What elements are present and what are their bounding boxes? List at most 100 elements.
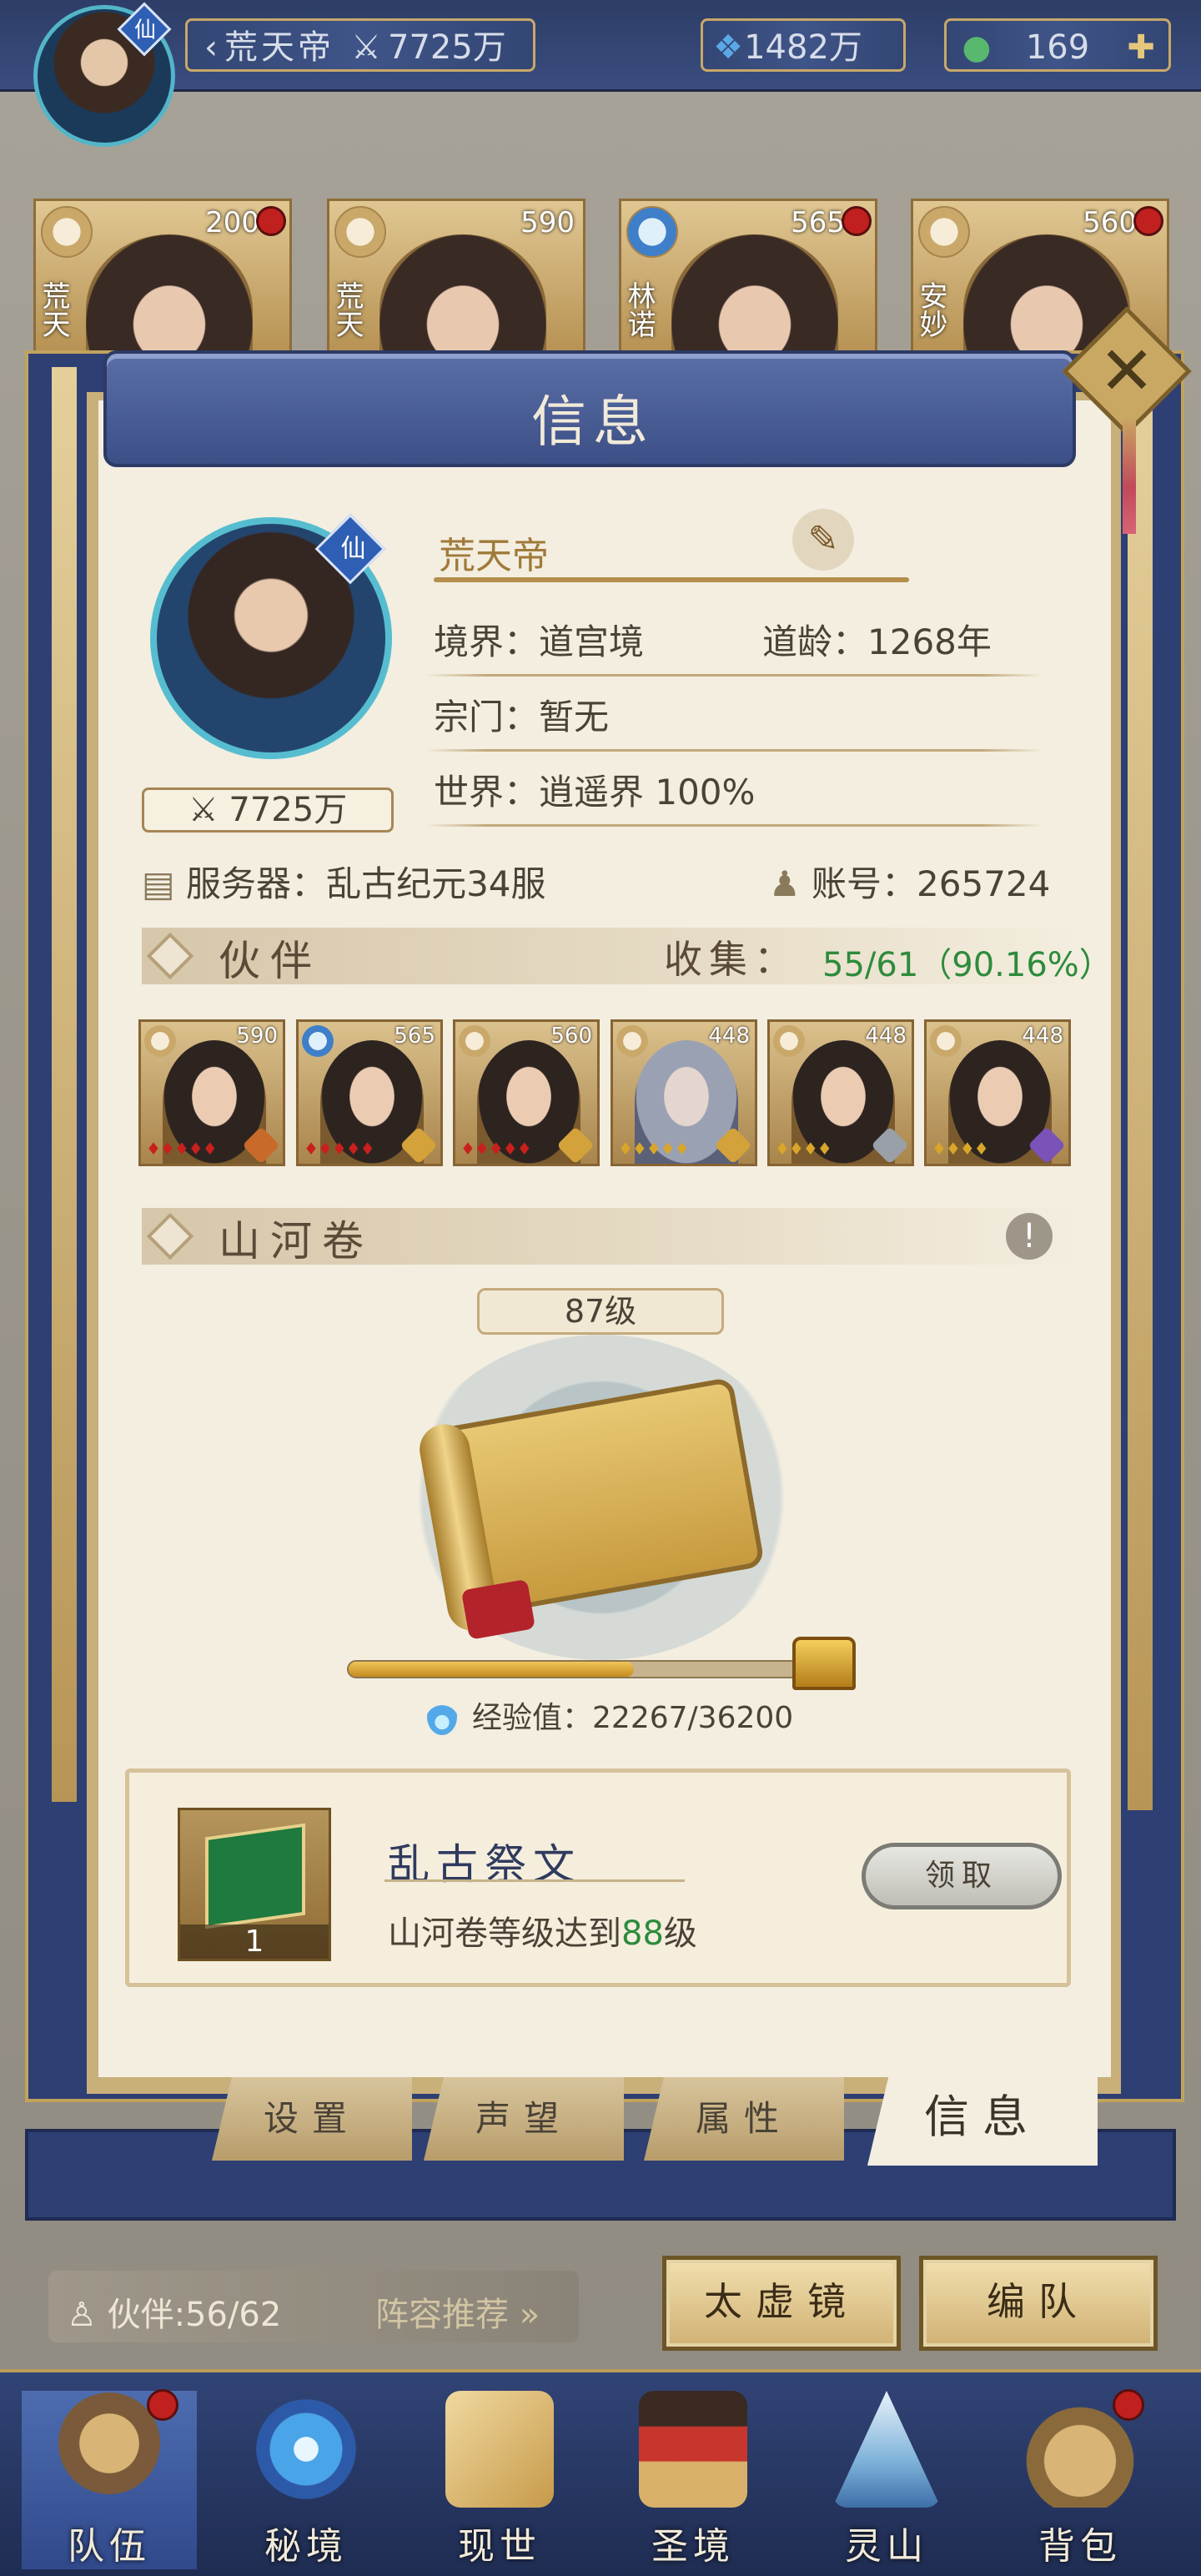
partner-card[interactable]: 448 ♦♦♦♦: [767, 1019, 914, 1166]
notification-dot: [1113, 2389, 1144, 2421]
star-gems: ♦♦♦♦♦: [460, 1139, 532, 1159]
star-gems: ♦♦♦♦♦: [146, 1139, 218, 1159]
hero-portrait: [86, 234, 253, 363]
nav-label: 秘境: [264, 2525, 348, 2568]
collect-value: 55/61（90.16%）: [822, 946, 1113, 984]
sun-emblem-icon: [930, 1025, 962, 1057]
jade-pill[interactable]: ● 169 ✚: [944, 18, 1171, 72]
spirit-stone-value: 1482万: [744, 28, 862, 67]
hero-name: 荒天: [37, 281, 70, 338]
shanhe-level: 87级: [477, 1288, 724, 1335]
star-gems: ♦♦♦♦♦: [618, 1139, 690, 1159]
exp-text: 经验值：22267/36200: [472, 1693, 793, 1737]
world-field: 世界：逍遥界 100%: [434, 764, 755, 815]
task-title: 乱古祭文: [388, 1840, 581, 1889]
hero-card[interactable]: 590 荒天: [327, 199, 585, 365]
account-value: 265724: [917, 863, 1051, 904]
exp-label: 经验值：: [472, 1701, 593, 1735]
server-value: 乱古纪元34服: [326, 863, 546, 904]
hero-power: 200: [205, 206, 259, 239]
add-icon[interactable]: ✚: [1120, 21, 1162, 74]
partner-card[interactable]: 448 ♦♦♦♦♦: [611, 1019, 757, 1166]
cloud-emblem-icon: [626, 206, 678, 258]
spirit-stone-icon: ❖: [713, 28, 743, 67]
divider: [425, 824, 1043, 827]
sun-emblem-icon: [334, 206, 386, 258]
spirit-stone-pill[interactable]: ❖ 1482万: [701, 18, 906, 72]
hero-card[interactable]: 200 荒天: [33, 199, 292, 365]
nav-present-world[interactable]: 现世: [412, 2391, 587, 2569]
nav-spirit-mountain[interactable]: 灵山: [799, 2391, 974, 2569]
notification-dot: [256, 206, 286, 236]
vortex-icon: [252, 2391, 360, 2508]
nav-holy-realm[interactable]: 圣境: [606, 2391, 781, 2569]
close-icon: ✕: [1098, 332, 1155, 410]
power-strip: ⚔ 7725万: [142, 787, 394, 833]
book-icon: [205, 1823, 305, 1929]
divider: [434, 577, 909, 582]
partners-title: 伙伴: [219, 937, 322, 985]
sect-field: 宗门：暂无: [434, 689, 609, 740]
hero-power: 560: [1083, 206, 1137, 239]
task-description: 山河卷等级达到88级: [388, 1906, 697, 1955]
treasure-chest-icon[interactable]: [792, 1637, 856, 1690]
account-icon: ♟: [769, 863, 812, 904]
tab-settings[interactable]: 设置: [212, 2077, 412, 2161]
divider: [384, 1879, 685, 1882]
exp-flame-icon: [427, 1698, 457, 1735]
claim-button[interactable]: 领取: [862, 1843, 1062, 1909]
exp-progress-bar: [347, 1660, 814, 1678]
hero-card[interactable]: 565 林诺: [619, 199, 877, 365]
nav-backpack[interactable]: 背包: [992, 2391, 1168, 2569]
hero-name: 荒天: [330, 281, 364, 338]
sect-value: 暂无: [539, 697, 610, 737]
sun-emblem-icon: [773, 1025, 805, 1057]
temple-icon: [639, 2391, 747, 2508]
partner-card[interactable]: 560 ♦♦♦♦♦: [453, 1019, 600, 1166]
partner-card[interactable]: 565 ♦♦♦♦♦: [296, 1019, 443, 1166]
power-value-top: 7725万: [388, 28, 506, 67]
player-name: 荒天帝: [439, 535, 549, 577]
age-value: 1268年: [867, 621, 992, 662]
partners-count: ♙ 伙伴:56/62: [67, 2287, 281, 2336]
panel-title: 信息: [531, 390, 655, 454]
notification-dot: [842, 206, 872, 236]
chevron-right-icon: »: [509, 2296, 540, 2334]
nav-label: 队伍: [68, 2525, 151, 2568]
partner-card[interactable]: 590 ♦♦♦♦♦: [138, 1019, 285, 1166]
name-power-pill: ‹ 荒天帝 ⚔ 7725万: [185, 18, 535, 72]
age-label: 道龄：: [762, 621, 868, 662]
left-pillar: [52, 367, 77, 1802]
nav-label: 现世: [458, 2525, 541, 2568]
taixu-mirror-button[interactable]: 太虚镜: [662, 2256, 901, 2351]
realm-value: 道宫境: [539, 621, 645, 662]
power-icon: ⚔: [351, 28, 381, 67]
tab-info[interactable]: 信息: [867, 2069, 1098, 2166]
partner-level: 565: [394, 1024, 435, 1049]
task-desc-suffix: 级: [663, 1914, 697, 1953]
server-icon: ▤: [142, 863, 187, 904]
hero-name: 林诺: [622, 281, 656, 338]
hero-power: 590: [520, 206, 575, 239]
world-label: 世界：: [434, 772, 540, 813]
nav-secret-realm[interactable]: 秘境: [219, 2391, 394, 2569]
brush-icon[interactable]: ✎: [792, 509, 854, 571]
partner-level: 560: [550, 1024, 592, 1049]
task-card: 1 乱古祭文 山河卷等级达到88级 领取: [125, 1768, 1071, 1987]
tab-reputation[interactable]: 声望: [424, 2077, 624, 2161]
info-icon[interactable]: !: [1006, 1213, 1053, 1260]
task-desc-level: 88: [621, 1914, 664, 1953]
nav-label: 背包: [1038, 2525, 1122, 2568]
nav-label: 灵山: [845, 2525, 928, 2568]
lineup-recommend-link[interactable]: 阵容推荐 »: [375, 2287, 540, 2336]
world-value: 逍遥界 100%: [539, 772, 756, 813]
reward-item[interactable]: 1: [178, 1808, 331, 1961]
tab-attributes[interactable]: 属性: [644, 2077, 844, 2161]
shanhe-title: 山河卷: [219, 1217, 374, 1265]
hero-name: 安妙: [914, 281, 947, 338]
partner-card[interactable]: 448 ♦♦♦♦: [924, 1019, 1071, 1166]
partner-level: 590: [236, 1024, 278, 1049]
player-name-top: 荒天帝: [224, 28, 334, 67]
formation-button[interactable]: 编队: [919, 2256, 1158, 2351]
partner-silhouette-icon: ♙: [67, 2296, 108, 2334]
